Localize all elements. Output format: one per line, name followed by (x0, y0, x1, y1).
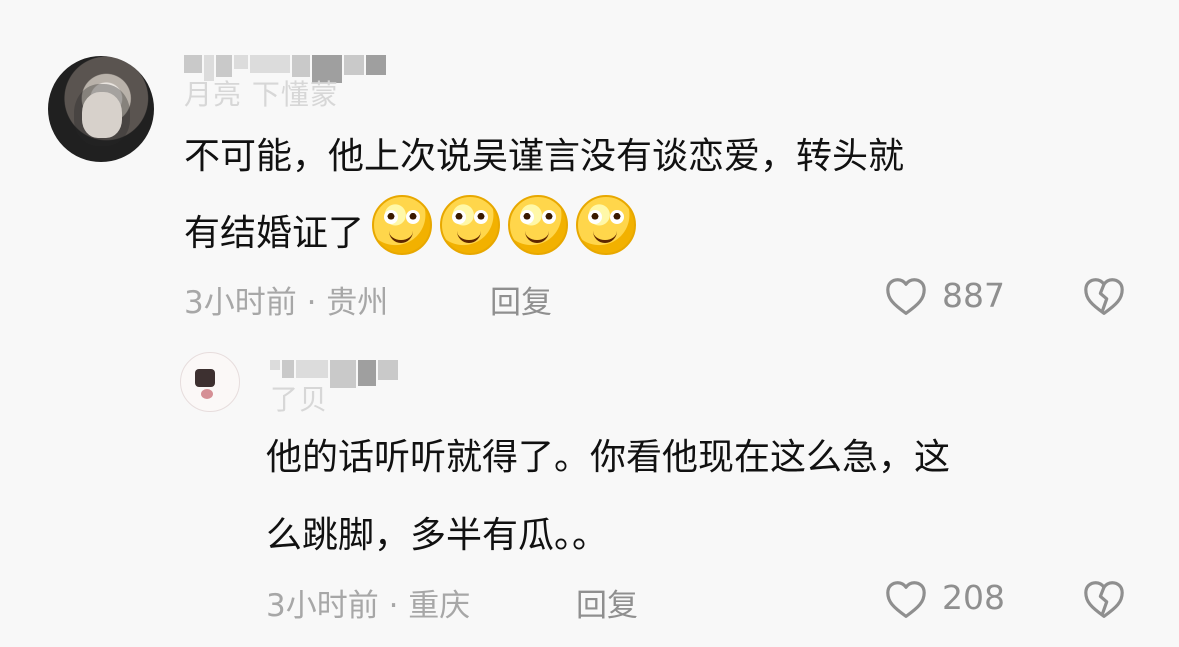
heart-outline-icon[interactable] (884, 277, 928, 317)
comment-meta: 3小时前 · 贵州 (184, 285, 389, 321)
avatar[interactable] (48, 56, 154, 162)
grinning-face-icon (576, 195, 637, 255)
comment-text-line-2: 有结婚证了 (184, 195, 637, 264)
grinning-face-icon (440, 195, 501, 255)
reply-button[interactable]: 回复 (576, 580, 638, 625)
heart-outline-icon[interactable] (884, 580, 928, 620)
grinning-face-icon (508, 195, 569, 255)
like-count: 208 (942, 578, 1005, 617)
username[interactable]: 月亮 下懂蒙 (184, 73, 339, 113)
grinning-face-icon (372, 195, 433, 255)
like-count: 887 (942, 276, 1005, 315)
avatar[interactable] (180, 352, 240, 412)
comment-text-line-2: 么跳脚，多半有瓜。。 (266, 515, 609, 556)
comment-text-line-1: 他的话听听就得了。你看他现在这么急，这 (266, 437, 951, 478)
comment-text-line-2-content: 有结婚证了 (184, 213, 365, 254)
broken-heart-icon[interactable] (1082, 277, 1126, 317)
reply-button[interactable]: 回复 (490, 277, 552, 322)
comment-text-line-1: 不可能，他上次说吴谨言没有谈恋爱，转头就 (184, 136, 905, 177)
username[interactable]: 了贝 (270, 378, 328, 418)
comment-meta: 3小时前 · 重庆 (266, 588, 471, 624)
broken-heart-icon[interactable] (1082, 580, 1126, 620)
